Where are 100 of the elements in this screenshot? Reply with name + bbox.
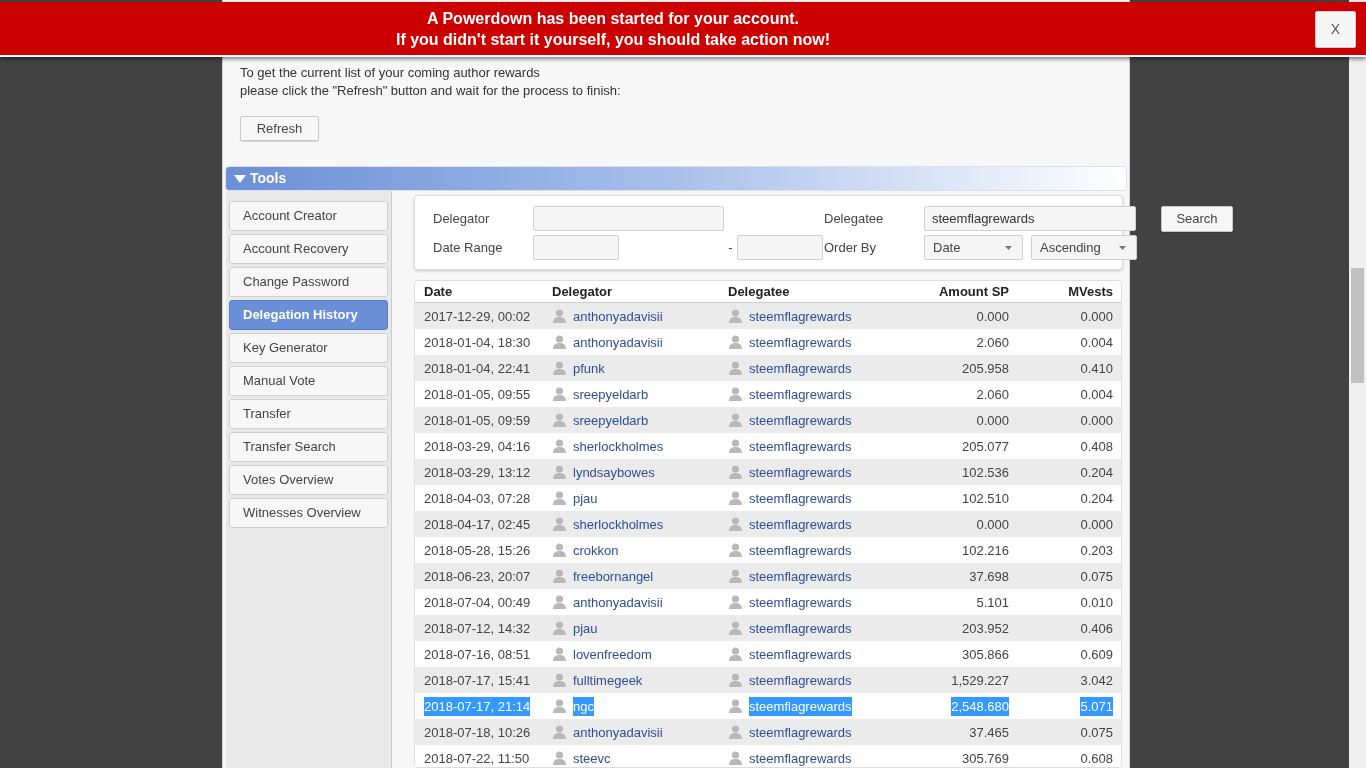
column-header: Delegatee — [728, 283, 791, 302]
sidebar-item[interactable]: Transfer — [229, 399, 388, 429]
user-link[interactable]: steemflagrewards — [749, 592, 852, 613]
scrollbar[interactable] — [1349, 0, 1366, 768]
table-cell-text: 0.075 — [1080, 567, 1113, 586]
table-cell-text: 0.000 — [976, 515, 1009, 534]
user-link[interactable]: freebornangel — [573, 566, 654, 587]
user-link[interactable]: steemflagrewards — [749, 670, 852, 691]
user-link[interactable]: steemflagrewards — [749, 462, 852, 483]
table-cell-text: 0.203 — [1080, 541, 1113, 560]
user-link[interactable]: steemflagrewards — [749, 306, 852, 327]
search-button[interactable]: Search — [1161, 205, 1233, 232]
table-cell-text: 0.010 — [1080, 593, 1113, 612]
close-button[interactable]: X — [1315, 11, 1356, 48]
user-link[interactable]: steemflagrewards — [749, 410, 852, 431]
user-icon — [553, 621, 566, 636]
user-link[interactable]: steemflagrewards — [749, 514, 852, 535]
field-label: Order By — [824, 238, 877, 257]
sidebar-item[interactable]: Transfer Search — [229, 432, 388, 462]
alert-message: If you didn't start it yourself, you should take action now! — [395, 29, 831, 50]
user-link[interactable]: sherlockholmes — [573, 514, 664, 535]
table-cell-text: 0.000 — [976, 411, 1009, 430]
dropdown[interactable]: Ascending — [1031, 235, 1137, 260]
user-link[interactable]: steevc — [573, 748, 611, 767]
table-cell-text: 2018-07-18, 10:26 — [424, 723, 531, 742]
user-link[interactable]: steemflagrewards — [749, 540, 852, 561]
field-label: Delegatee — [824, 209, 885, 228]
user-link[interactable]: sreepyeldarb — [573, 384, 649, 405]
input-field[interactable] — [533, 235, 619, 260]
user-link[interactable]: steemflagrewards — [749, 384, 852, 405]
table-cell-text: 2018-03-29, 13:12 — [424, 463, 531, 482]
table-cell-text: 0.000 — [976, 307, 1009, 326]
user-icon — [729, 647, 742, 662]
user-icon — [553, 361, 566, 376]
table-cell-text: 2018-03-29, 04:16 — [424, 437, 531, 456]
user-icon — [729, 543, 742, 558]
field-label: Delegator — [433, 209, 491, 228]
table-cell-text: 2017-12-29, 00:02 — [424, 307, 531, 326]
sidebar-item[interactable]: Account Creator — [229, 201, 388, 231]
table-cell-text: 2018-04-03, 07:28 — [424, 489, 531, 508]
table-cell-text: 2018-07-04, 00:49 — [424, 593, 531, 612]
user-link[interactable]: lyndsaybowes — [573, 462, 655, 483]
user-link[interactable]: sherlockholmes — [573, 436, 664, 457]
caret-down-icon — [1005, 245, 1012, 250]
user-icon — [729, 439, 742, 454]
user-link[interactable]: steemflagrewards — [749, 644, 852, 665]
user-link[interactable]: anthonyadavisii — [573, 332, 663, 353]
user-link[interactable]: steemflagrewards — [749, 436, 852, 457]
user-link[interactable]: anthonyadavisii — [573, 722, 663, 743]
user-icon — [729, 413, 742, 428]
scrollbar-thumb[interactable] — [1351, 268, 1364, 383]
user-icon — [553, 465, 566, 480]
user-icon — [553, 725, 566, 740]
sidebar-item[interactable]: Manual Vote — [229, 366, 388, 396]
sidebar-item[interactable]: Change Password — [229, 267, 388, 297]
table-cell-text: 2018-01-05, 09:59 — [424, 411, 531, 430]
table-cell: 5.071 — [1080, 696, 1113, 717]
user-link[interactable]: steemflagrewards — [749, 566, 852, 587]
user-link[interactable]: steemflagrewards — [749, 748, 852, 767]
input-field[interactable] — [737, 235, 823, 260]
table-cell-text: 2018-06-23, 20:07 — [424, 567, 531, 586]
table-cell-text: 102.216 — [962, 541, 1009, 560]
table-cell-text: 0.000 — [1080, 515, 1113, 534]
table-cell-text: 0.406 — [1080, 619, 1113, 638]
dropdown[interactable]: Date — [924, 235, 1023, 260]
user-link[interactable]: pjau — [573, 488, 598, 509]
table-cell-text: 37.465 — [969, 723, 1009, 742]
sidebar-item[interactable]: Key Generator — [229, 333, 388, 363]
user-icon — [729, 751, 742, 766]
table-cell-text: 2.060 — [976, 385, 1009, 404]
user-link[interactable]: pfunk — [573, 358, 605, 379]
user-link[interactable]: steemflagrewards — [749, 618, 852, 639]
table-cell-text: 0.609 — [1080, 645, 1113, 664]
user-icon — [553, 751, 566, 766]
refresh-button[interactable]: Refresh — [240, 116, 319, 141]
user-link[interactable]: lovenfreedom — [573, 644, 652, 665]
table-cell-text: 0.410 — [1080, 359, 1113, 378]
user-link[interactable]: steemflagrewards — [749, 332, 852, 353]
user-link[interactable]: fulltimegeek — [573, 670, 643, 691]
user-link[interactable]: steemflagrewards — [749, 488, 852, 509]
sidebar-item[interactable]: Votes Overview — [229, 465, 388, 495]
user-link[interactable]: crokkon — [573, 540, 619, 561]
user-link[interactable]: anthonyadavisii — [573, 306, 663, 327]
table-cell-text: 1,529.227 — [951, 671, 1009, 690]
table-cell-text: 2.060 — [976, 333, 1009, 352]
sidebar-item[interactable]: Witnesses Overview — [229, 498, 388, 528]
input-field[interactable] — [533, 206, 724, 231]
user-icon — [729, 387, 742, 402]
user-link[interactable]: anthonyadavisii — [573, 592, 663, 613]
user-link[interactable]: sreepyeldarb — [573, 410, 649, 431]
input-field[interactable]: steemflagrewards — [924, 206, 1136, 231]
user-link[interactable]: steemflagrewards — [749, 358, 852, 379]
sidebar-item[interactable]: Account Recovery — [229, 234, 388, 264]
table-cell-text: 203.952 — [962, 619, 1009, 638]
user-link[interactable]: steemflagrewards — [749, 722, 852, 743]
user-link[interactable]: pjau — [573, 618, 598, 639]
user-icon — [553, 491, 566, 506]
user-icon — [553, 517, 566, 532]
user-icon — [729, 309, 742, 324]
table-cell-text: 2018-07-12, 14:32 — [424, 619, 531, 638]
